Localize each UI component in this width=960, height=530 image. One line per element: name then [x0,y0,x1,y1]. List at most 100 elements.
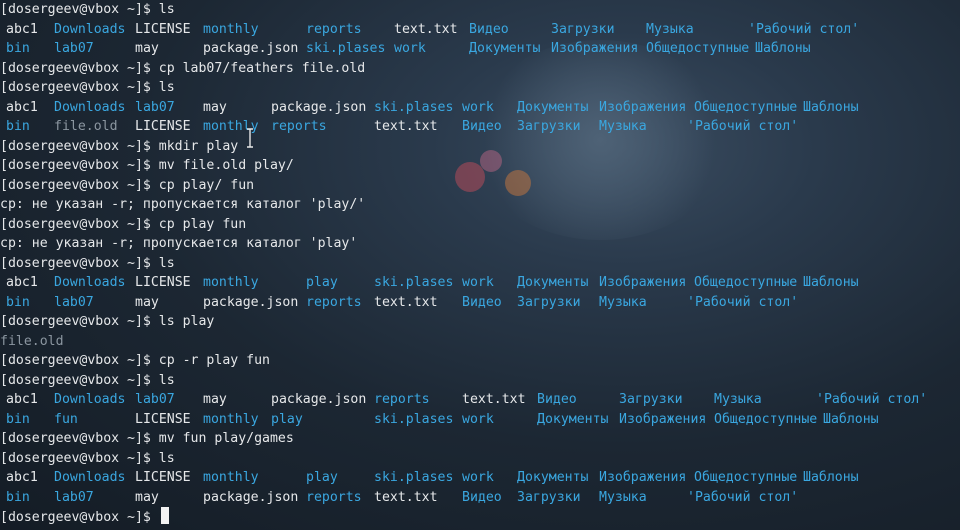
directory-entry: Изображения [619,411,707,427]
directory-entry: monthly [203,411,259,427]
directory-entry: Общедоступные [714,411,818,427]
directory-entry: reports [306,489,362,505]
shell-prompt: [dosergeev@vbox ~]$ [0,158,151,173]
command-text: ls [150,450,175,466]
directory-entry: Шаблоны [803,99,859,115]
command-line: [dosergeev@vbox ~]$ cp lab07/feathers fi… [0,59,960,79]
ls-output-row: abc1 Downloads LICENSE monthly play ski.plase… [0,273,960,293]
directory-entry: Изображения [551,41,639,56]
directory-entry: bin [6,41,30,56]
directory-entry: ski.plases [374,411,454,427]
directory-entry: lab07 [54,489,94,505]
command-line: [dosergeev@vbox ~]$ ls [0,0,960,20]
ls-output-row: bin lab07 may package.json ski.plases work Док… [0,39,960,59]
shell-prompt: [dosergeev@vbox ~]$ [0,431,151,446]
shell-prompt: [dosergeev@vbox ~]$ [0,177,151,193]
command-text: mv file.old play/ [150,158,294,173]
command-line: [dosergeev@vbox ~]$ ls [0,254,960,274]
file-entry: LICENSE [135,411,191,427]
directory-entry: work [462,275,494,290]
directory-entry: bin [6,489,30,505]
directory-entry: Общедоступные [694,99,798,115]
command-line: [dosergeev@vbox ~]$ cp play fun [0,215,960,235]
ls-output-row: abc1 Downloads lab07 may package.json reports… [0,390,960,410]
directory-entry: play [306,275,338,290]
directory-entry: monthly [203,470,259,485]
directory-entry: Downloads [54,275,126,290]
file-entry: may [135,294,159,310]
directory-entry: reports [271,119,327,134]
command-line: [dosergeev@vbox ~]$ [0,507,960,527]
directory-entry: lab07 [54,294,94,310]
directory-entry: Downloads [54,99,126,115]
command-text: cp -r play fun [150,353,270,368]
command-text [151,510,159,525]
directory-entry: Музыка [646,21,694,37]
directory-entry: Общедоступные [694,275,798,290]
directory-entry: Документы [469,41,541,56]
shell-prompt: [dosergeev@vbox ~]$ [0,60,151,76]
directory-entry: Общедоступные [694,470,798,485]
directory-entry: Документы [537,411,609,427]
file-entry: text.txt [374,489,438,505]
file-entry: LICENSE [135,21,191,37]
directory-entry: 'Рабочий стол' [816,392,928,407]
file-entry: LICENSE [135,119,191,134]
file-entry: text.txt [462,392,526,407]
directory-entry: lab07 [135,99,175,115]
output-text: cp: не указан -r; пропускается каталог '… [0,236,358,251]
file-entry: text.txt [374,294,438,310]
shell-prompt: [dosergeev@vbox ~]$ [0,372,151,388]
ls-output-row: abc1 Downloads LICENSE monthly play ski.plase… [0,468,960,488]
directory-entry: monthly [203,275,259,290]
output-text: cp: не указан -r; пропускается каталог '… [0,197,366,212]
command-text: cp lab07/feathers file.old [150,60,366,76]
directory-entry: reports [374,392,430,407]
directory-entry: play [306,470,338,485]
file-entry: abc1 [6,21,38,37]
directory-entry: Шаблоны [823,411,879,427]
file-entry: abc1 [6,99,38,115]
command-line: [dosergeev@vbox ~]$ ls [0,371,960,391]
directory-entry: Документы [517,470,589,485]
directory-entry: Downloads [54,392,126,407]
directory-entry: reports [306,21,362,37]
directory-entry: 'Рабочий стол' [687,119,799,134]
directory-entry: Шаблоны [755,41,811,56]
file-entry: package.json [271,99,367,115]
directory-entry: work [394,41,426,56]
command-text: ls [150,2,175,17]
directory-entry: Музыка [714,392,762,407]
command-line: [dosergeev@vbox ~]$ mv file.old play/ [0,156,960,176]
command-text: cp play/ fun [150,177,255,193]
directory-entry: Загрузки [517,119,581,134]
terminal-output[interactable]: [dosergeev@vbox ~]$ ls abc1 Downloads LICEN… [0,0,960,530]
shell-prompt: [dosergeev@vbox ~]$ [0,314,151,329]
text-cursor[interactable] [160,507,169,524]
directory-entry: Видео [462,489,502,505]
command-line: [dosergeev@vbox ~]$ mv fun play/games [0,429,960,449]
file-entry: abc1 [6,392,38,407]
directory-entry: bin [6,294,30,310]
file-entry: text.txt [374,119,438,134]
directory-entry: Видео [462,294,502,310]
mouse-ibeam-cursor-icon [247,128,253,148]
shell-prompt: [dosergeev@vbox ~]$ [0,353,151,368]
ls-output-row: bin lab07 may package.json reports text.txt Ви… [0,293,960,313]
directory-entry: ski.plases [374,99,454,115]
file-entry: LICENSE [135,470,191,485]
directory-entry: reports [306,294,362,310]
file-entry: may [135,489,159,505]
file-entry: may [203,392,227,407]
directory-entry: Документы [517,99,589,115]
directory-entry: Видео [537,392,577,407]
directory-entry: work [462,470,494,485]
directory-entry: work [462,99,494,115]
command-line: [dosergeev@vbox ~]$ ls [0,449,960,469]
command-text: cp play fun [150,216,247,232]
directory-entry: monthly [203,21,259,37]
command-text: mv fun play/games [150,431,294,446]
ls-output-row: bin lab07 may package.json reports text.txt Ви… [0,488,960,508]
command-line: [dosergeev@vbox ~]$ ls play [0,312,960,332]
file-entry: file.old [54,119,118,134]
